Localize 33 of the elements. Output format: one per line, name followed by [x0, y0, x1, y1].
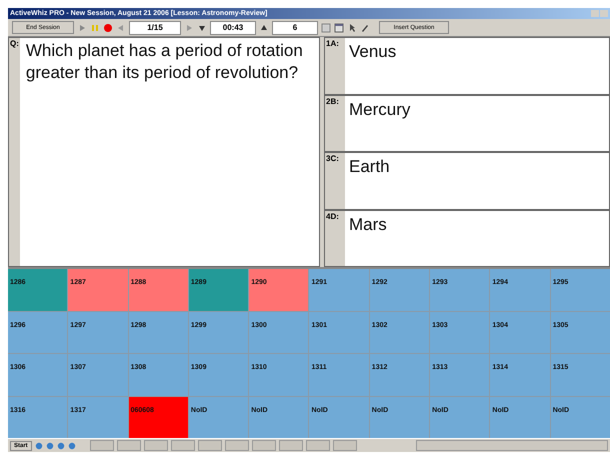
answer-label: 1A:	[325, 38, 345, 94]
minimize-button[interactable]	[591, 10, 599, 17]
question-text: Which planet has a period of rotation greater than its period of revolution?	[24, 40, 304, 84]
record-icon[interactable]	[103, 22, 113, 32]
previous-icon[interactable]	[116, 22, 126, 32]
maximize-button[interactable]	[600, 10, 608, 17]
taskbar-item[interactable]	[144, 440, 168, 451]
taskbar-item[interactable]	[198, 440, 222, 451]
question-counter: 1/15	[129, 20, 181, 34]
answer-text: Earth	[348, 156, 391, 178]
taskbar-item[interactable]	[306, 440, 330, 451]
taskbar-item[interactable]	[90, 440, 114, 451]
pointer-icon[interactable]	[347, 22, 357, 32]
answer-label: 2B:	[325, 96, 345, 151]
pen-icon[interactable]	[360, 22, 370, 32]
answer-text: Mercury	[348, 98, 412, 120]
taskbar-item[interactable]	[252, 440, 276, 451]
window-icon[interactable]	[334, 22, 344, 32]
grid-icon[interactable]	[321, 22, 331, 32]
taskbar-item[interactable]	[224, 440, 249, 451]
play-icon[interactable]	[77, 22, 87, 32]
taskbar-item[interactable]	[332, 440, 357, 451]
answer-label: 3C:	[325, 153, 345, 208]
timer-field[interactable]: 00:43	[210, 20, 256, 34]
taskbar-item[interactable]	[278, 440, 303, 451]
up-arrow-icon[interactable]	[259, 22, 269, 32]
answer-label: 4D:	[325, 210, 345, 266]
taskbar-item[interactable]	[116, 440, 141, 451]
answer-text: Venus	[348, 41, 398, 63]
taskbar-item[interactable]	[170, 440, 195, 451]
answer-text: Mars	[348, 214, 388, 236]
question-label: Q:	[9, 38, 20, 266]
response-count: 6	[272, 20, 318, 34]
